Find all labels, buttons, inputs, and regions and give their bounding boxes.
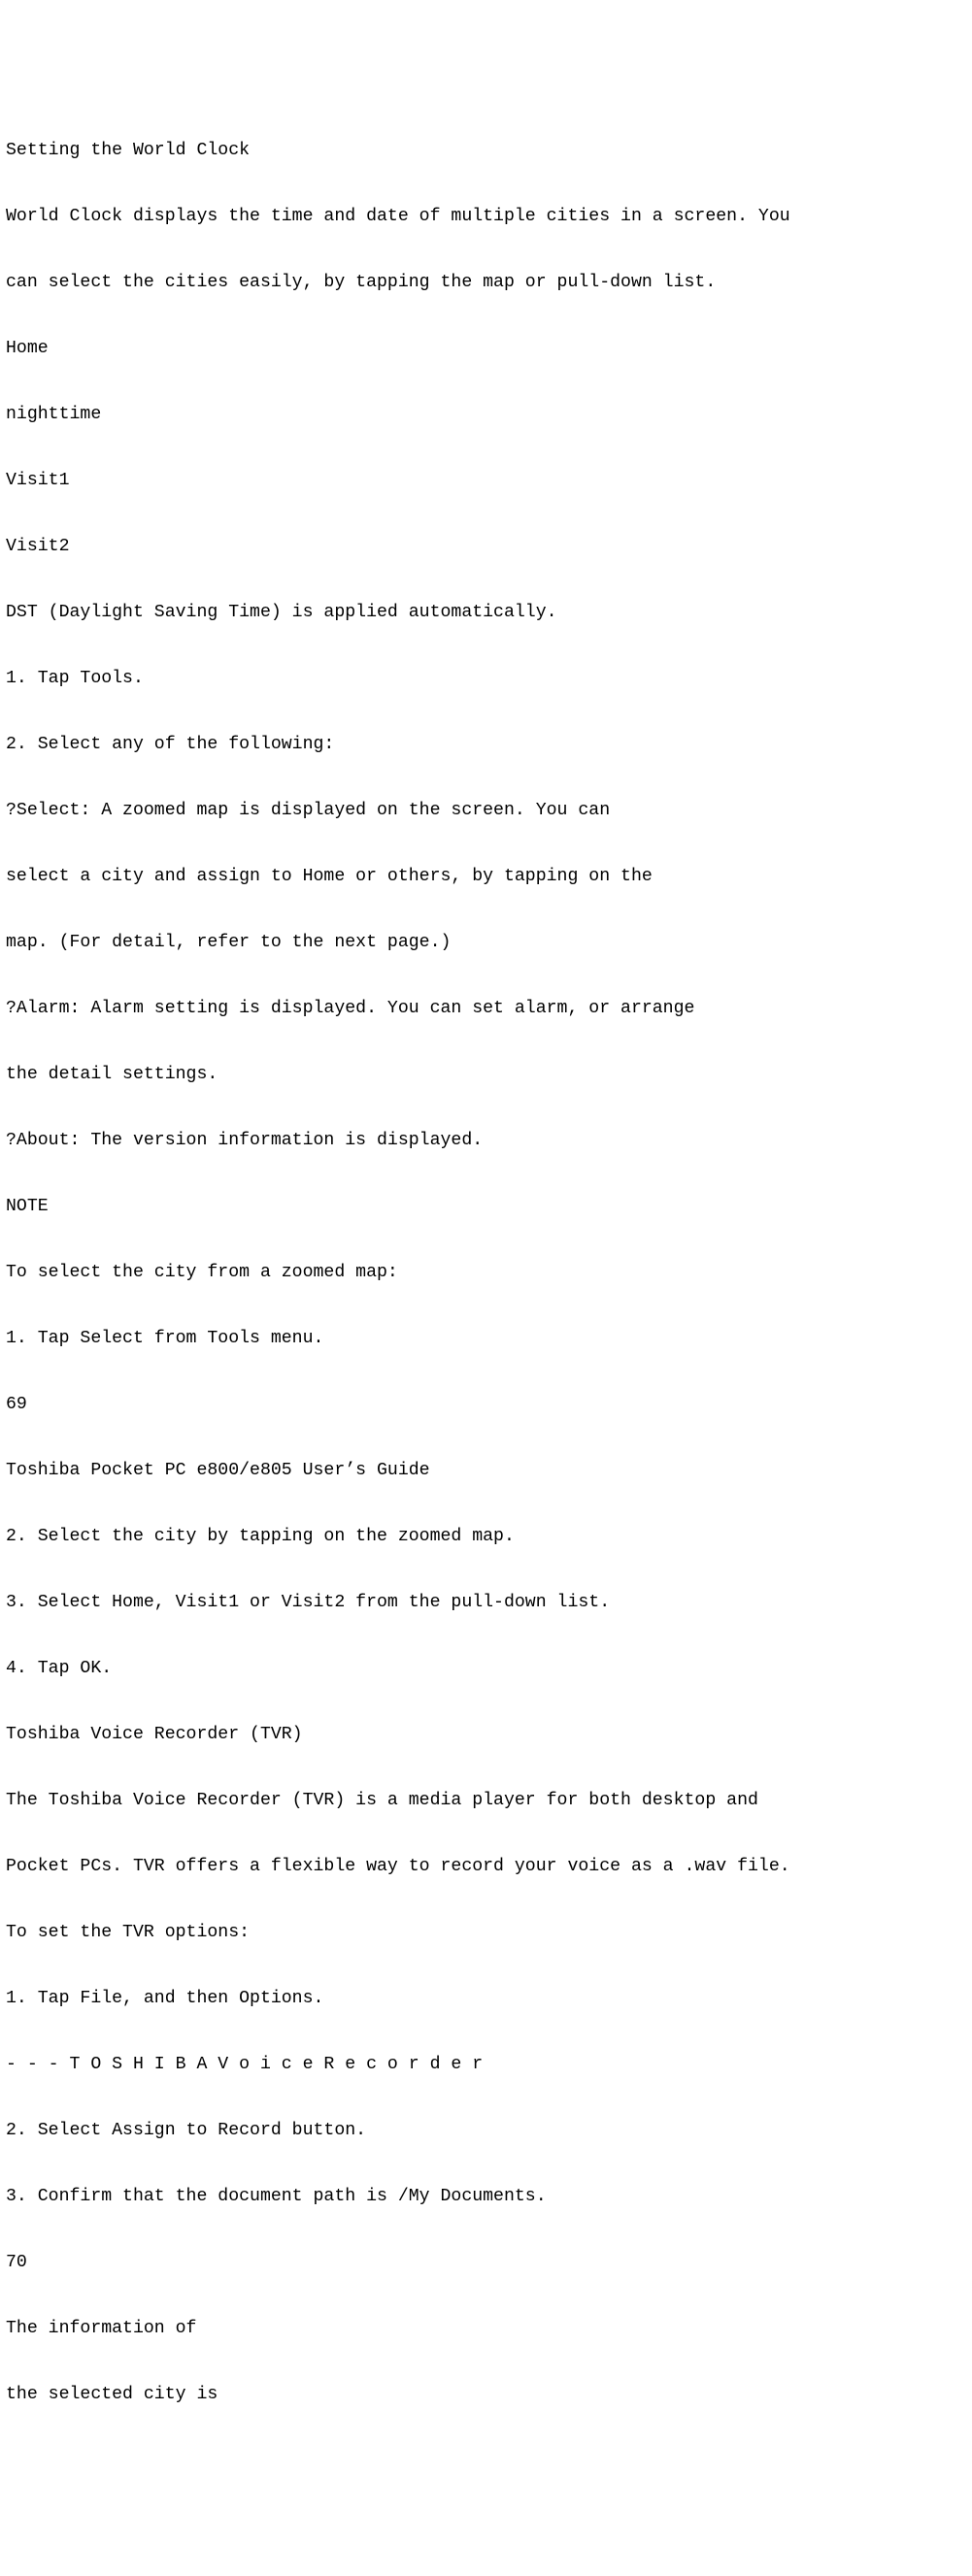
text-line: Pocket PCs. TVR offers a flexible way to… — [6, 1850, 972, 1883]
text-line: 1. Tap Select from Tools menu. — [6, 1322, 972, 1355]
text-line: To select the city from a zoomed map: — [6, 1256, 972, 1289]
text-line: ?About: The version information is displ… — [6, 1124, 972, 1157]
text-line: 70 — [6, 2246, 972, 2279]
text-line: map. (For detail, refer to the next page… — [6, 926, 972, 959]
text-line: 1. Tap File, and then Options. — [6, 1982, 972, 2015]
text-line: ?Alarm: Alarm setting is displayed. You … — [6, 992, 972, 1025]
text-line: 1. Tap Tools. — [6, 662, 972, 695]
text-line: the selected city is — [6, 2378, 972, 2411]
text-line: To set the TVR options: — [6, 1916, 972, 1949]
text-line: the detail settings. — [6, 1058, 972, 1091]
text-line: nighttime — [6, 398, 972, 431]
text-line: 3. Confirm that the document path is /My… — [6, 2180, 972, 2213]
text-line: Toshiba Voice Recorder (TVR) — [6, 1718, 972, 1751]
text-line: 4. Tap OK. — [6, 1652, 972, 1685]
text-line: Setting the World Clock — [6, 134, 972, 167]
text-line: NOTE — [6, 1190, 972, 1223]
text-line: 2. Select any of the following: — [6, 728, 972, 761]
text-line: Visit1 — [6, 464, 972, 497]
text-line: Home — [6, 332, 972, 365]
text-line: The Toshiba Voice Recorder (TVR) is a me… — [6, 1784, 972, 1817]
text-line: - - - T O S H I B A V o i c e R e c o r … — [6, 2048, 972, 2081]
text-line: 2. Select the city by tapping on the zoo… — [6, 1520, 972, 1553]
text-line: 3. Select Home, Visit1 or Visit2 from th… — [6, 1586, 972, 1619]
text-line: 69 — [6, 1388, 972, 1421]
text-line: select a city and assign to Home or othe… — [6, 860, 972, 893]
text-line: World Clock displays the time and date o… — [6, 200, 972, 233]
text-line: DST (Daylight Saving Time) is applied au… — [6, 596, 972, 629]
text-line: can select the cities easily, by tapping… — [6, 266, 972, 299]
text-line: The information of — [6, 2312, 972, 2345]
text-line: Visit2 — [6, 530, 972, 563]
text-line: 2. Select Assign to Record button. — [6, 2114, 972, 2147]
text-line: ?Select: A zoomed map is displayed on th… — [6, 794, 972, 827]
text-line: Toshiba Pocket PC e800/e805 User’s Guide — [6, 1454, 972, 1487]
